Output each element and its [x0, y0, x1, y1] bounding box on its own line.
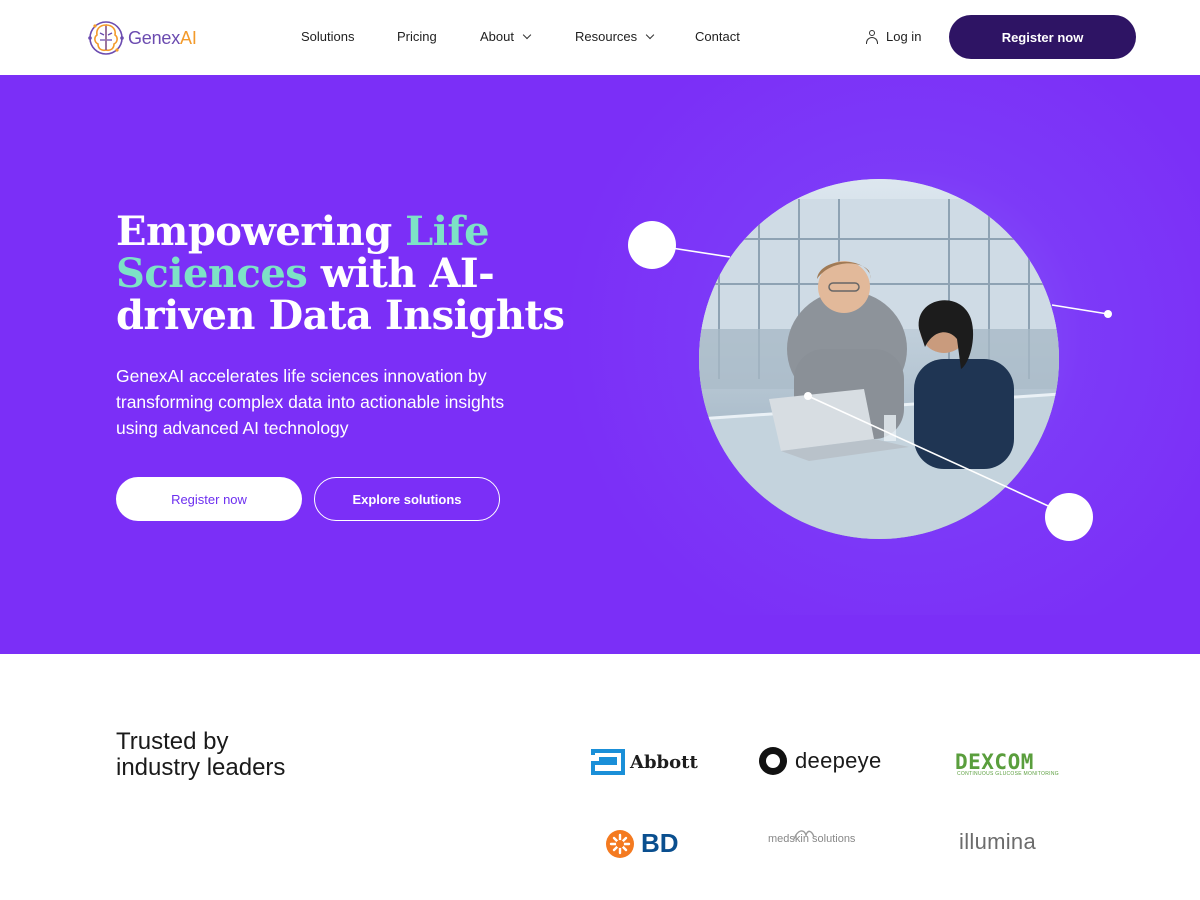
bd-logo: BD [605, 828, 679, 859]
logo-wordmark: GenexAI [128, 27, 197, 48]
nav-pricing[interactable]: Pricing [397, 29, 437, 44]
chevron-down-icon [522, 30, 532, 39]
genexai-logo[interactable]: GenexAI [86, 18, 216, 58]
bd-starburst-icon [606, 829, 634, 858]
site-header: GenexAI Solutions Pricing About Resource… [0, 0, 1200, 75]
abbott-mark-icon [591, 749, 625, 775]
hero-section: Empowering Life Sciences with AI-driven … [0, 75, 1200, 654]
decor-dot [1045, 493, 1093, 541]
nav-resources[interactable]: Resources [575, 29, 655, 44]
login-link[interactable]: Log in [866, 29, 921, 44]
brain-logo-icon [88, 21, 124, 55]
decor-dot [804, 392, 812, 400]
eye-icon [759, 747, 787, 775]
decorative-connectors [628, 221, 1112, 541]
illumina-logo: illumina [959, 829, 1036, 854]
chevron-down-icon [645, 30, 655, 39]
trusted-heading: Trusted by industry leaders [116, 728, 286, 781]
user-icon [866, 29, 878, 44]
dexcom-logo: DEXCOM CONTINUOUS GLUCOSE MONITORING [955, 750, 1059, 777]
nav-about[interactable]: About [480, 29, 532, 44]
medskin-mark-icon [793, 830, 815, 840]
nav-contact[interactable]: Contact [695, 29, 740, 44]
decor-dot [628, 221, 676, 269]
register-button-header[interactable]: Register now [949, 15, 1136, 59]
deepeye-logo: deepeye [759, 747, 882, 775]
decor-dot [1104, 310, 1112, 318]
medskin-logo: medskin solutions [768, 830, 855, 845]
nav-solutions[interactable]: Solutions [301, 29, 354, 44]
abbott-logo: Abbott [591, 749, 698, 775]
login-label: Log in [886, 29, 922, 44]
